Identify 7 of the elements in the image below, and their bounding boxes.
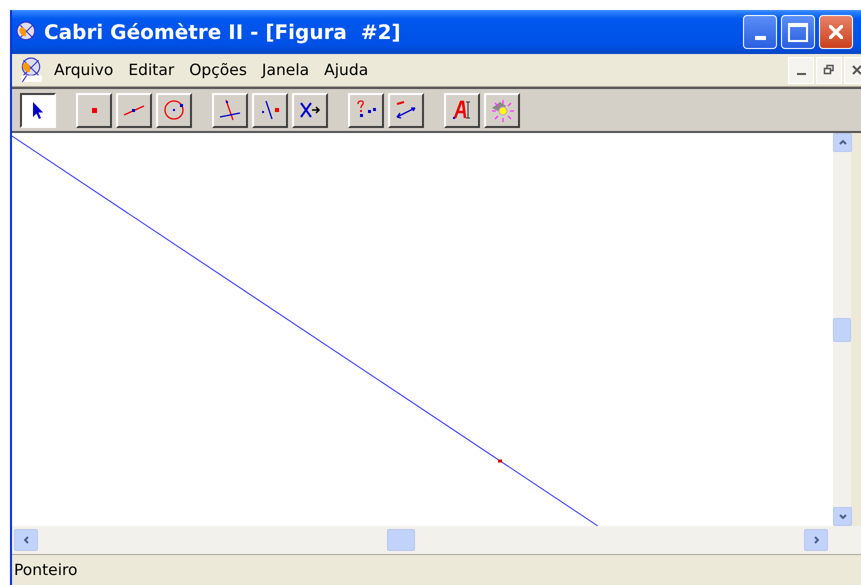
menu-item[interactable]: Ajuda bbox=[320, 61, 378, 79]
menu-item[interactable]: Editar bbox=[124, 61, 184, 79]
window-title: Cabri Géomètre II - [Figura #2] bbox=[44, 20, 401, 44]
menu-item[interactable]: Janela bbox=[258, 61, 320, 79]
status-text: Ponteiro bbox=[14, 561, 78, 579]
menu-item[interactable]: Opções bbox=[185, 61, 257, 79]
menu-item[interactable]: Arquivo bbox=[50, 61, 124, 79]
